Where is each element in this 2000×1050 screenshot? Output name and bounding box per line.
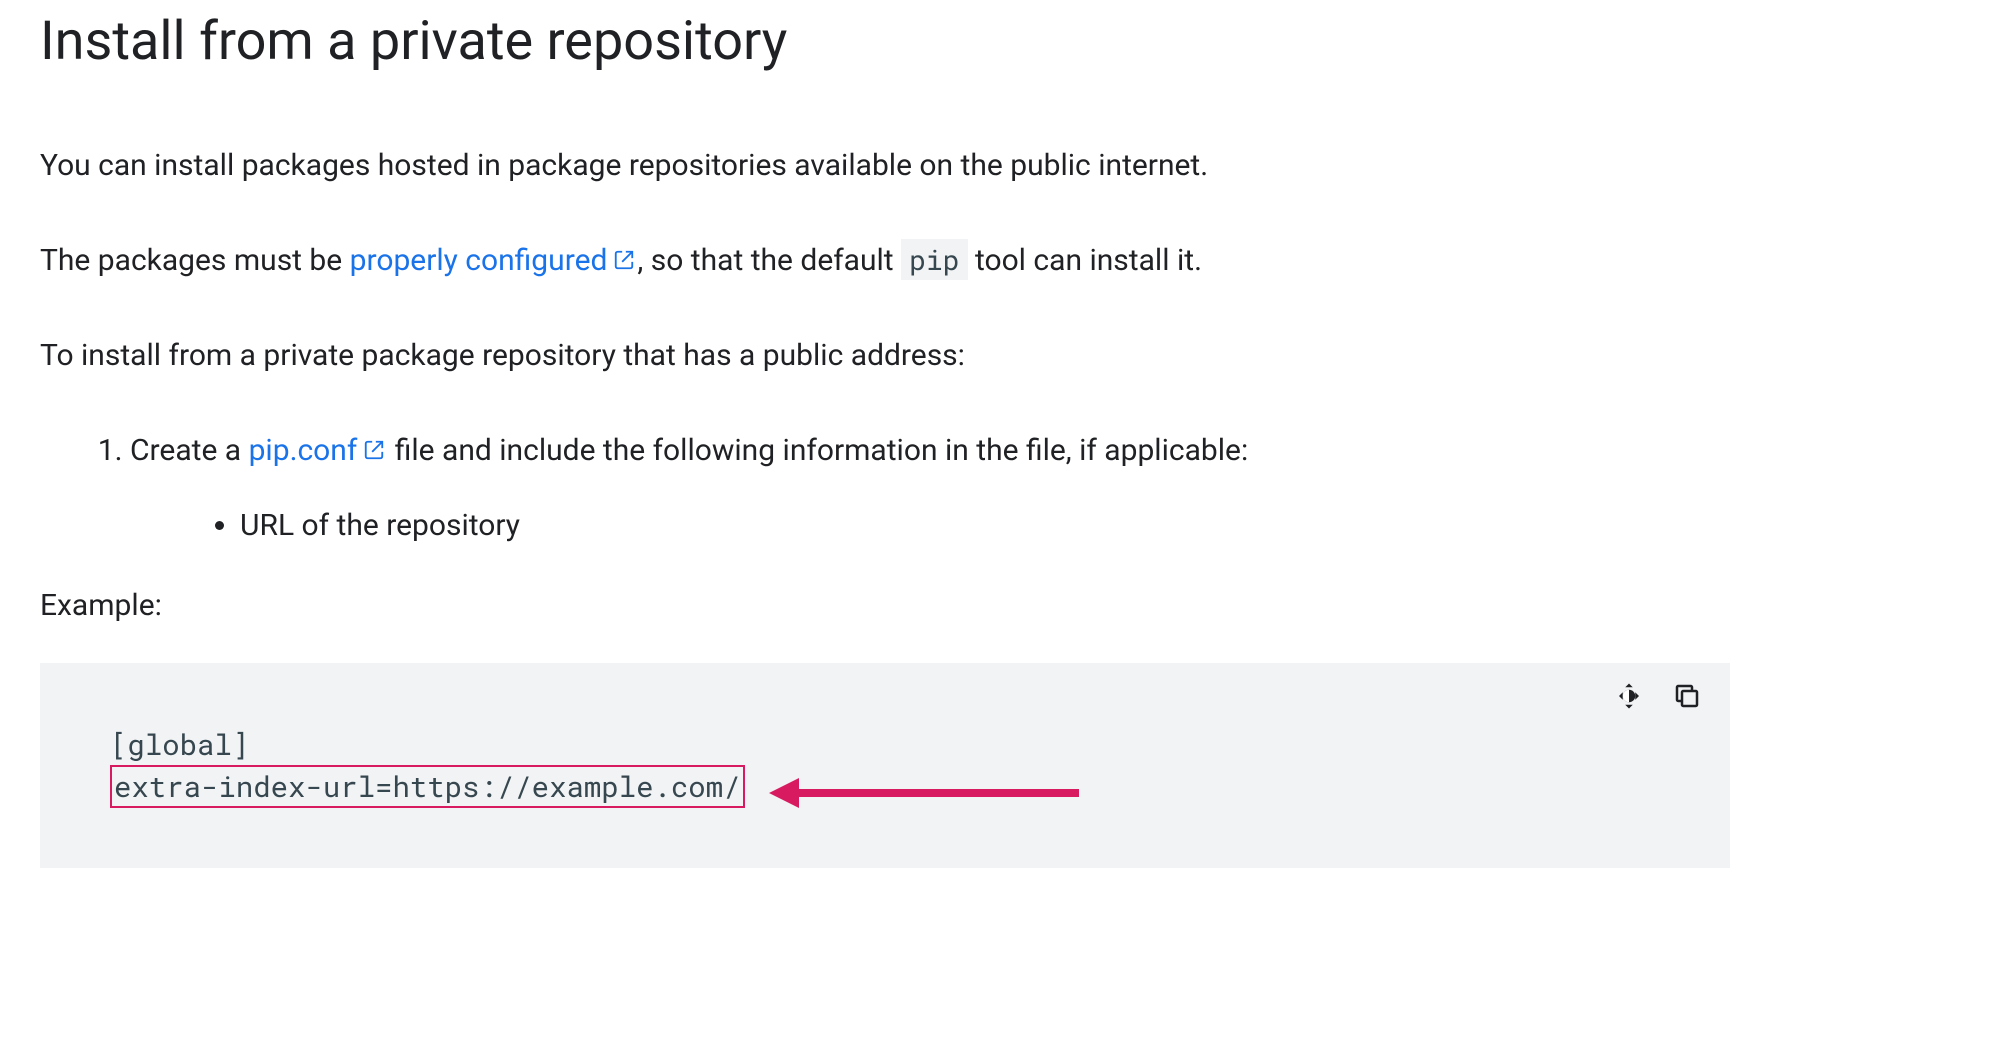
copy-button[interactable] [1672,681,1702,711]
toggle-theme-button[interactable] [1614,681,1644,711]
step-1-sublist: URL of the repository [130,503,1960,548]
intro-paragraph-3: To install from a private package reposi… [40,333,1960,378]
intro-paragraph-2: The packages must be properly configured… [40,238,1960,283]
example-label: Example: [40,588,1960,623]
highlighted-code: extra-index-url=https://example.com/ [110,765,745,808]
properly-configured-link[interactable]: properly configured [350,243,638,278]
link-text: pip.conf [249,433,358,468]
intro-paragraph-1: You can install packages hosted in packa… [40,143,1960,188]
section-heading: Install from a private repository [40,10,1960,73]
code-line-1: [global] [110,723,1690,765]
text-fragment: tool can install it. [968,243,1202,278]
text-fragment: Create a [130,433,249,468]
external-link-icon [363,439,385,461]
code-line-2-wrap: extra-index-url=https://example.com/ [110,765,1690,808]
text-fragment: file and include the following informati… [387,433,1248,468]
text-fragment: , so that the default [637,243,901,278]
step-1-sub-1: URL of the repository [240,503,1960,548]
steps-list: Create a pip.conf file and include the f… [40,428,1960,548]
annotation-arrow [769,778,1079,808]
code-block: [global] extra-index-url=https://example… [40,663,1730,868]
text-fragment: The packages must be [40,243,350,278]
external-link-icon [613,249,635,271]
code-toolbar [1614,681,1702,711]
step-1: Create a pip.conf file and include the f… [130,428,1960,548]
pip-conf-link[interactable]: pip.conf [249,433,388,468]
pip-code: pip [901,239,967,280]
link-text: properly configured [350,243,608,278]
